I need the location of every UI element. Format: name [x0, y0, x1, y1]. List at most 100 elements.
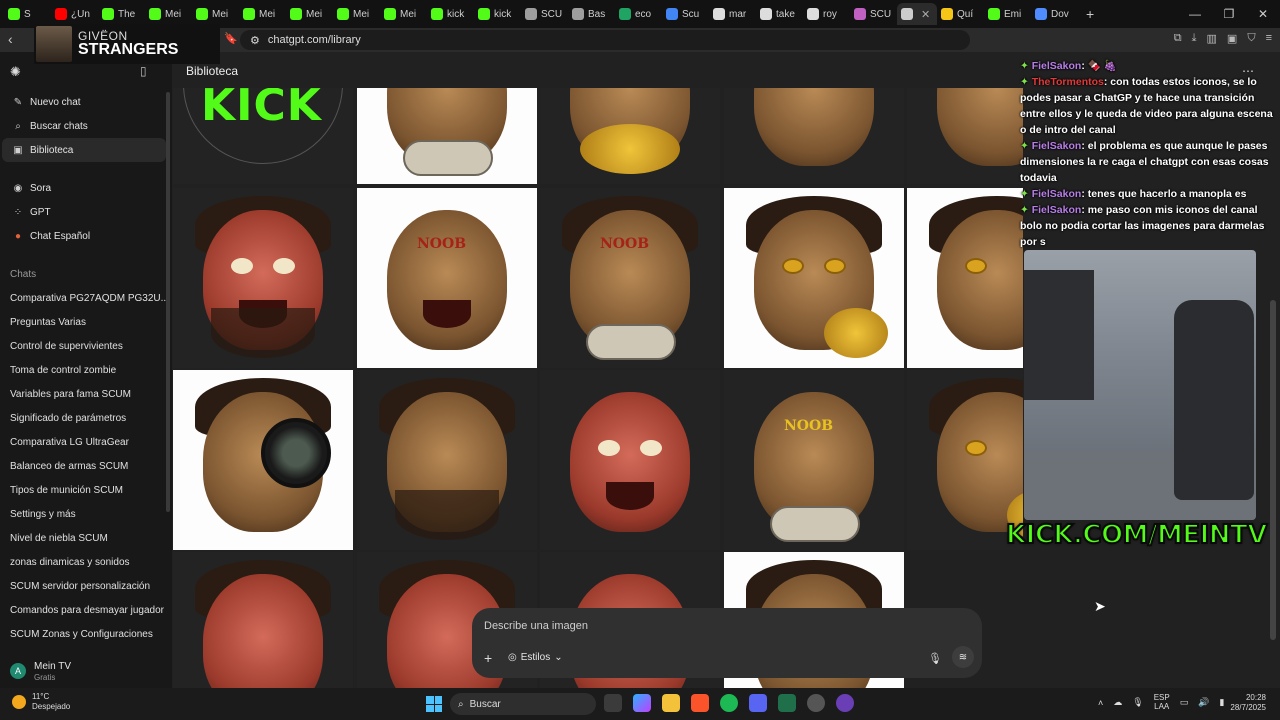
add-attachment-icon[interactable]: +: [484, 650, 492, 666]
volume-icon[interactable]: 🔊: [1198, 697, 1209, 708]
chat-history-item[interactable]: zonas dinamicas y sonidos: [0, 550, 172, 574]
browser-tab[interactable]: take: [756, 3, 803, 25]
sidebar-item[interactable]: ⌕ Buscar chats: [2, 114, 166, 138]
language-indicator[interactable]: ESP LAA: [1154, 693, 1170, 712]
browser-tab[interactable]: kick: [474, 3, 521, 25]
sidebar-item[interactable]: ⁘ GPT: [2, 200, 166, 224]
browser-tab[interactable]: mar: [709, 3, 756, 25]
tab-close-icon[interactable]: ✕: [921, 8, 930, 21]
chat-history-item[interactable]: Settings y más: [0, 502, 172, 526]
chat-history-item[interactable]: Toma de control zombie: [0, 358, 172, 382]
gallery-image[interactable]: [357, 370, 537, 550]
sidebar-scrollbar[interactable]: [166, 92, 170, 512]
gallery-image[interactable]: [724, 188, 904, 368]
browser-tab[interactable]: Emi: [984, 3, 1031, 25]
shield-icon[interactable]: ⛉: [1247, 32, 1255, 45]
chat-username[interactable]: FielSakon: [1032, 188, 1082, 200]
copilot-icon[interactable]: [633, 694, 651, 712]
sidebar-item[interactable]: ● Chat Español: [2, 224, 166, 248]
gallery-image[interactable]: NOOB: [540, 188, 720, 368]
onedrive-icon[interactable]: ☁: [1113, 697, 1122, 708]
chat-history-item[interactable]: Balanceo de armas SCUM: [0, 454, 172, 478]
chat-history-item[interactable]: Significado de parámetros: [0, 406, 172, 430]
browser-tab[interactable]: kick: [427, 3, 474, 25]
brave-browser-icon[interactable]: [691, 694, 709, 712]
browser-tab[interactable]: Mei: [192, 3, 239, 25]
gallery-image[interactable]: [173, 370, 353, 550]
network-icon[interactable]: ▭: [1180, 697, 1189, 708]
browser-tab[interactable]: SCU: [850, 3, 897, 25]
minimize-icon[interactable]: —: [1178, 7, 1212, 21]
system-clock[interactable]: 20:28 28/7/2025: [1230, 693, 1266, 714]
back-icon[interactable]: ‹: [8, 31, 13, 47]
chat-username[interactable]: FielSakon: [1032, 140, 1082, 152]
more-options-icon[interactable]: ⋯: [1242, 64, 1254, 78]
browser-tab[interactable]: Quí: [937, 3, 984, 25]
chat-history-item[interactable]: Comparativa LG UltraGear: [0, 430, 172, 454]
gallery-image[interactable]: [724, 88, 904, 184]
sidebar-item[interactable]: ◉ Sora: [2, 176, 166, 200]
chat-username[interactable]: TheTormentos: [1032, 76, 1104, 88]
browser-tab[interactable]: S: [4, 3, 51, 25]
chat-history-item[interactable]: Comandos para desmayar jugador: [0, 598, 172, 622]
taskbar-search[interactable]: ⌕ Buscar: [450, 693, 596, 715]
address-bar[interactable]: ⚙ chatgpt.com/library: [240, 30, 970, 50]
file-explorer-icon[interactable]: [662, 694, 680, 712]
chat-history-item[interactable]: Variables para fama SCUM: [0, 382, 172, 406]
steam-icon[interactable]: [807, 694, 825, 712]
gallery-image[interactable]: [540, 88, 720, 184]
extensions-icon[interactable]: ⧉: [1174, 32, 1182, 45]
browser-tab[interactable]: Bas: [568, 3, 615, 25]
user-account[interactable]: A Mein TV Gratis: [0, 654, 172, 688]
gallery-image[interactable]: [173, 188, 353, 368]
chat-history-item[interactable]: Control de supervivientes: [0, 334, 172, 358]
gallery-image[interactable]: [907, 88, 1023, 184]
app-icon[interactable]: [836, 694, 854, 712]
browser-tab[interactable]: Mei: [239, 3, 286, 25]
chat-username[interactable]: FielSakon: [1032, 60, 1082, 72]
browser-tab[interactable]: roy: [803, 3, 850, 25]
browser-tab[interactable]: Mei: [380, 3, 427, 25]
chat-username[interactable]: FielSakon: [1032, 204, 1082, 216]
sidebar-icon[interactable]: ▥: [1207, 32, 1217, 45]
chat-history-item[interactable]: SCUM servidor personalización: [0, 574, 172, 598]
chat-history-item[interactable]: Comparativa PG27AQDM PG32U...: [0, 286, 172, 310]
styles-button[interactable]: ◎ Estilos ⌄: [508, 652, 563, 663]
site-settings-icon[interactable]: ⚙: [250, 34, 260, 47]
sidebar-item[interactable]: ▣ Biblioteca: [2, 138, 166, 162]
chat-history-item[interactable]: SCUM Zonas y Configuraciones: [0, 622, 172, 646]
sidebar-toggle-icon[interactable]: ▯: [140, 64, 147, 78]
browser-tab[interactable]: Mei: [145, 3, 192, 25]
browser-tab[interactable]: The: [98, 3, 145, 25]
weather-widget[interactable]: 11°C Despejado: [12, 692, 70, 711]
openai-logo-icon[interactable]: ✺: [10, 64, 21, 80]
microphone-tray-icon[interactable]: 🎙: [1132, 697, 1143, 708]
chat-history-item[interactable]: Nivel de niebla SCUM: [0, 526, 172, 550]
menu-icon[interactable]: ≡: [1266, 32, 1272, 45]
prompt-input[interactable]: Describe una imagen: [484, 620, 588, 632]
microphone-icon[interactable]: 🎙: [928, 652, 942, 665]
discord-icon[interactable]: [749, 694, 767, 712]
close-window-icon[interactable]: ✕: [1246, 7, 1280, 21]
image-prompt-composer[interactable]: Describe una imagen + ◎ Estilos ⌄ 🎙 ≋: [472, 608, 982, 678]
excel-icon[interactable]: [778, 694, 796, 712]
gallery-image[interactable]: [540, 370, 720, 550]
gallery-image[interactable]: NOOB: [724, 370, 904, 550]
browser-tab[interactable]: eco: [615, 3, 662, 25]
gallery-image[interactable]: [357, 88, 537, 184]
gallery-image[interactable]: [907, 188, 1023, 368]
chat-history-item[interactable]: Preguntas Varias: [0, 310, 172, 334]
windows-start-icon[interactable]: [426, 696, 442, 712]
gallery-image[interactable]: KICK: [173, 88, 353, 184]
download-icon[interactable]: ⤓: [1192, 32, 1197, 45]
new-tab-icon[interactable]: +: [1078, 6, 1102, 22]
task-view-icon[interactable]: [604, 694, 622, 712]
browser-tab[interactable]: Scu: [662, 3, 709, 25]
maximize-icon[interactable]: ❐: [1212, 7, 1246, 21]
battery-icon[interactable]: ▮: [1219, 697, 1224, 708]
browser-tab[interactable]: Dov: [1031, 3, 1078, 25]
browser-tab[interactable]: SCU: [521, 3, 568, 25]
chevron-up-icon[interactable]: ˄: [1098, 698, 1103, 708]
spotify-icon[interactable]: [720, 694, 738, 712]
bookmark-icon[interactable]: 🔖: [224, 32, 238, 45]
